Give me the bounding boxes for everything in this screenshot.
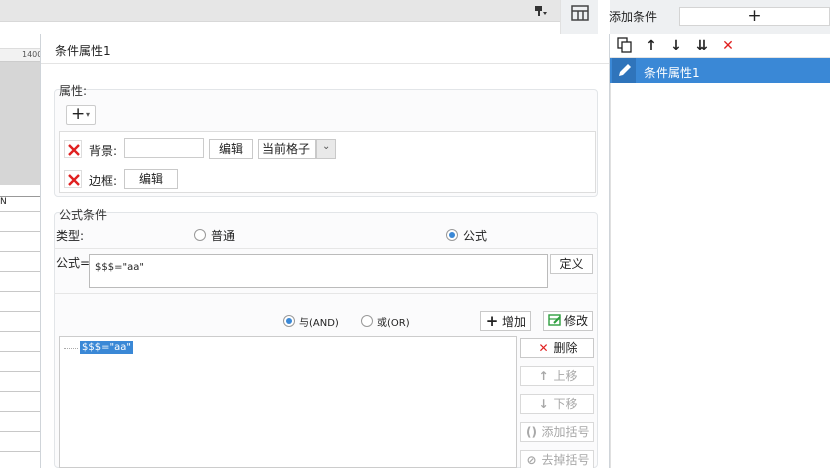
- chevron-down-icon: ⌄: [322, 141, 331, 152]
- move-up-button[interactable]: ↑ 上移: [520, 366, 594, 386]
- condition-attribute-dialog: 条件属性1 属性: + ▾ 背景: 编辑 当前格子 ⌄ 边框: 编辑 公式条件 …: [40, 34, 610, 468]
- top-toolbar-strip: [0, 0, 560, 22]
- divider: [41, 63, 609, 64]
- arrow-up-icon: ↑: [538, 369, 549, 383]
- right-panel-title: 添加条件: [609, 10, 658, 24]
- type-label: 类型:: [56, 229, 85, 243]
- remove-bracket-icon: ⊘: [526, 453, 537, 467]
- caret-down-icon: ▾: [86, 110, 91, 119]
- modify-condition-button[interactable]: 修改: [543, 311, 593, 331]
- grid-line: [0, 291, 40, 292]
- formula-input[interactable]: $$$="aa": [89, 254, 548, 288]
- scope-select-arrow[interactable]: ⌄: [316, 139, 336, 159]
- add-property-button[interactable]: + ▾: [66, 104, 96, 125]
- add-condition-button[interactable]: + 增加: [480, 311, 531, 331]
- remove-background-button[interactable]: [64, 140, 82, 158]
- border-label: 边框:: [89, 174, 118, 188]
- add-bracket-button[interactable]: () 添加括号: [520, 422, 594, 442]
- format-brush-icon[interactable]: [533, 3, 547, 17]
- grid-line: [0, 411, 40, 412]
- arrow-up-icon[interactable]: ↑: [642, 37, 660, 55]
- tree-connector: [64, 348, 78, 349]
- grid-line: [0, 371, 40, 372]
- sheet-grid: [0, 196, 40, 468]
- grid-line: [0, 391, 40, 392]
- move-down-label: 下移: [553, 397, 578, 411]
- type-normal-radio[interactable]: [194, 229, 206, 241]
- close-icon: ✕: [538, 341, 549, 355]
- item-edit-area[interactable]: [612, 58, 636, 83]
- grid-line: [0, 211, 40, 212]
- delete-condition-button[interactable]: ✕ 删除: [520, 338, 594, 358]
- sheet-gray-area: [0, 62, 40, 185]
- dialog-title: 条件属性1: [55, 44, 111, 58]
- formula-label: 公式=: [56, 256, 91, 270]
- type-normal-label: 普通: [211, 229, 236, 243]
- edit-border-button[interactable]: 编辑: [124, 169, 178, 189]
- arrow-down-icon[interactable]: ↓: [667, 37, 685, 55]
- property-legend: 属性:: [59, 84, 88, 98]
- right-panel-body: [610, 83, 830, 468]
- condition-list[interactable]: $$$="aa": [59, 336, 517, 468]
- add-condition-attribute-button[interactable]: +: [679, 7, 830, 26]
- scope-select[interactable]: 当前格子: [258, 139, 316, 159]
- close-icon: [68, 174, 80, 186]
- condition-attribute-tool-button[interactable]: [560, 0, 598, 34]
- arrow-down-icon: ↓: [538, 397, 549, 411]
- delete-label: 删除: [553, 341, 578, 355]
- condition-list-item[interactable]: $$$="aa": [80, 341, 133, 354]
- logic-or-label: 或(OR): [377, 318, 410, 329]
- modify-condition-label: 修改: [563, 314, 588, 328]
- horizontal-ruler: 1400: [0, 48, 42, 62]
- remove-border-button[interactable]: [64, 170, 82, 188]
- column-header: N: [0, 197, 7, 207]
- edit-table-icon: [548, 314, 561, 326]
- logic-and-radio[interactable]: [283, 315, 295, 327]
- pencil-icon: [619, 64, 631, 76]
- type-formula-radio[interactable]: [446, 229, 458, 241]
- grid-line: [0, 431, 40, 432]
- close-icon: [68, 144, 80, 156]
- divider: [54, 248, 598, 249]
- edit-background-button[interactable]: 编辑: [209, 139, 253, 159]
- background-label: 背景:: [89, 144, 118, 158]
- divider: [54, 293, 598, 294]
- add-bracket-label: 添加括号: [541, 425, 590, 439]
- condition-attribute-item[interactable]: 条件属性1: [610, 58, 830, 83]
- move-up-label: 上移: [553, 369, 578, 383]
- move-down-button[interactable]: ↓ 下移: [520, 394, 594, 414]
- formula-legend: 公式条件: [59, 208, 108, 222]
- grid-layout-icon: [571, 5, 589, 21]
- add-condition-label: 增加: [501, 315, 526, 329]
- remove-bracket-button[interactable]: ⊘ 去掉括号: [520, 450, 594, 468]
- grid-line: [0, 451, 40, 452]
- grid-line: [0, 311, 40, 312]
- move-bottom-icon[interactable]: ⇊: [693, 37, 711, 55]
- plus-icon: +: [71, 104, 86, 124]
- grid-line: [0, 331, 40, 332]
- grid-line: [0, 231, 40, 232]
- plus-icon: +: [485, 312, 499, 330]
- remove-bracket-label: 去掉括号: [541, 453, 590, 467]
- right-panel-toolbar: ↑ ↓ ⇊ ✕: [610, 34, 830, 58]
- close-icon[interactable]: ✕: [719, 37, 737, 55]
- grid-line: [0, 251, 40, 252]
- logic-and-label: 与(AND): [299, 318, 339, 329]
- type-formula-label: 公式: [463, 229, 488, 243]
- grid-line: [0, 271, 40, 272]
- logic-or-radio[interactable]: [361, 315, 373, 327]
- background-value-field[interactable]: [124, 138, 204, 158]
- define-button[interactable]: 定义: [550, 254, 593, 274]
- condition-attribute-item-label: 条件属性1: [644, 66, 700, 80]
- grid-line: [0, 351, 40, 352]
- copy-icon[interactable]: [616, 37, 634, 55]
- bracket-icon: (): [526, 425, 537, 439]
